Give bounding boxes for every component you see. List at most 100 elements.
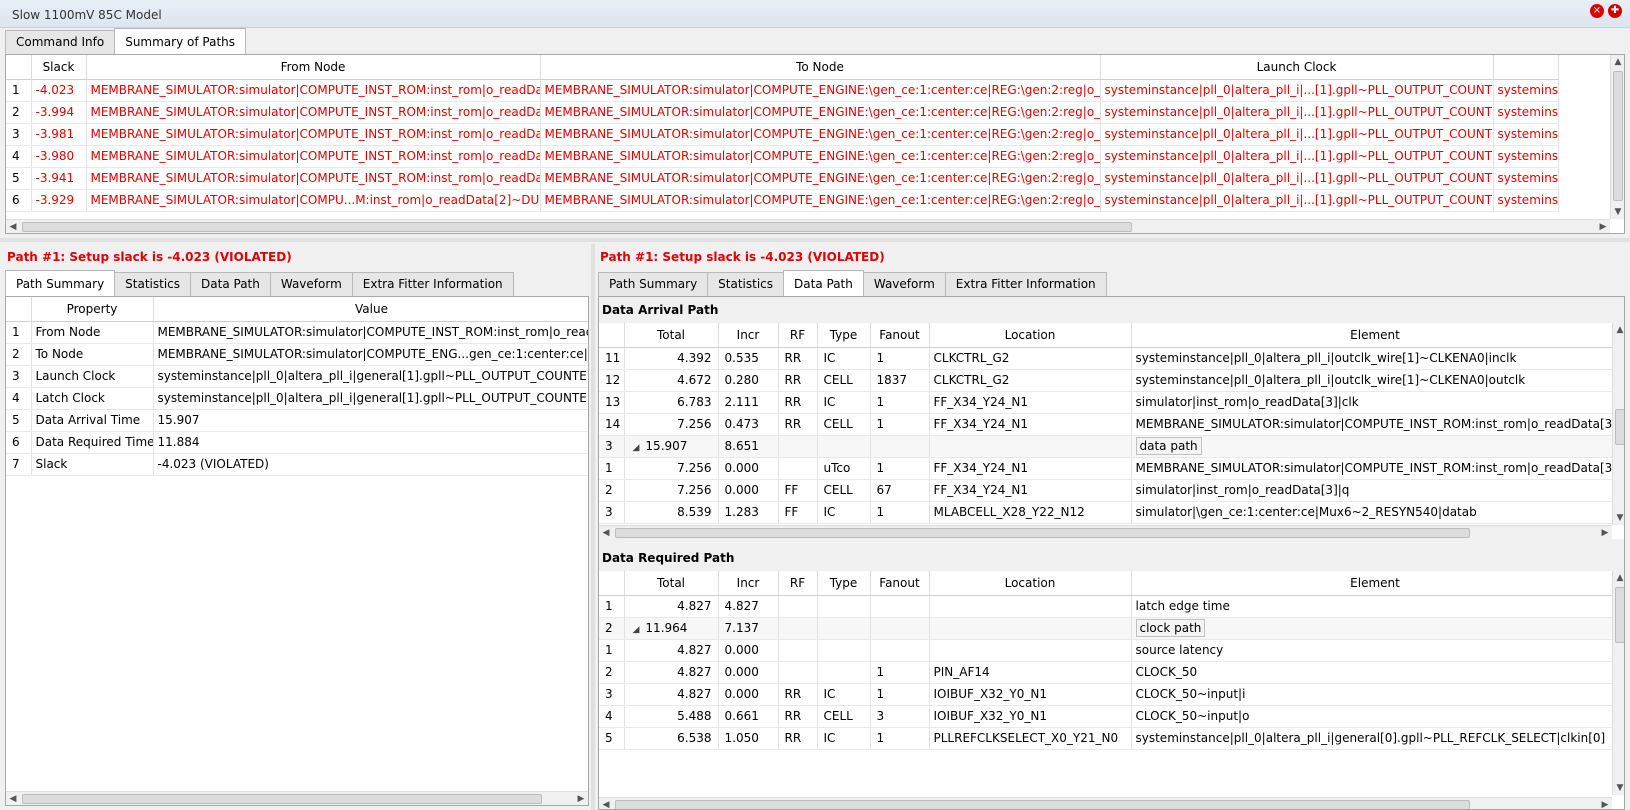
- paths-table-row[interactable]: 3 -3.981 MEMBRANE_SIMULATOR:simulator|COMP…: [6, 123, 1559, 146]
- paths-vscrollbar[interactable]: ▲ ▼: [1610, 55, 1624, 219]
- col-element[interactable]: Element: [1131, 571, 1620, 596]
- data-path-row[interactable]: 3 4.827 0.000 RR IC 1 IOIBUF_X32_Y0_N1 CLOCK_50…: [599, 683, 1620, 706]
- col-total[interactable]: Total: [624, 323, 719, 348]
- scroll-up-icon[interactable]: ▲: [1611, 55, 1624, 69]
- tab-statistics[interactable]: Statistics: [114, 272, 192, 296]
- scroll-thumb[interactable]: [1613, 71, 1623, 201]
- scroll-right-icon[interactable]: ▶: [1598, 526, 1612, 539]
- col-value[interactable]: Value: [153, 297, 588, 322]
- scroll-left-icon[interactable]: ◀: [6, 220, 20, 233]
- scroll-left-icon[interactable]: ◀: [6, 792, 20, 805]
- col-rf[interactable]: RF: [778, 323, 818, 348]
- col-incr[interactable]: Incr: [718, 571, 779, 596]
- scroll-thumb[interactable]: [615, 528, 1470, 538]
- col-type[interactable]: Type: [817, 571, 871, 596]
- expand-triangle-icon[interactable]: ◢: [633, 443, 640, 453]
- data-path-row[interactable]: 1 4.827 4.827 latch edge time: [599, 595, 1620, 618]
- scroll-up-icon[interactable]: ▲: [1613, 571, 1624, 585]
- col-fanout[interactable]: Fanout: [870, 571, 930, 596]
- col-incr[interactable]: Incr: [718, 323, 779, 348]
- col-to-node[interactable]: To Node: [540, 55, 1101, 80]
- required-hscrollbar[interactable]: ◀ ▶: [599, 797, 1612, 809]
- col-location[interactable]: Location: [929, 323, 1132, 348]
- path-summary-row[interactable]: 5 Data Arrival Time 15.907: [6, 409, 588, 432]
- data-path-row[interactable]: 2 ◢ 11.964 7.137 clock path: [599, 617, 1620, 640]
- col-rownum[interactable]: [6, 297, 32, 322]
- scroll-thumb[interactable]: [22, 794, 542, 804]
- vertical-splitter[interactable]: [591, 244, 595, 810]
- col-rownum[interactable]: [599, 571, 625, 596]
- path-summary-row[interactable]: 4 Latch Clock systeminstance|pll_0|altera_…: [6, 387, 588, 410]
- scroll-right-icon[interactable]: ▶: [574, 792, 588, 805]
- tab-waveform[interactable]: Waveform: [862, 272, 946, 296]
- scroll-left-icon[interactable]: ◀: [599, 798, 613, 809]
- data-path-row[interactable]: 2 7.256 0.000 FF CELL 67 FF_X34_Y24_N1 simulato…: [599, 479, 1620, 502]
- tab-extra-fitter-information[interactable]: Extra Fitter Information: [351, 272, 514, 296]
- col-rownum[interactable]: [599, 323, 625, 348]
- col-element[interactable]: Element: [1131, 323, 1620, 348]
- tab-summary-of-paths[interactable]: Summary of Paths: [114, 28, 247, 54]
- paths-table-row[interactable]: 4 -3.980 MEMBRANE_SIMULATOR:simulator|COMP…: [6, 145, 1559, 168]
- paths-table-row[interactable]: 6 -3.929 MEMBRANE_SIMULATOR:simulator|COMP…: [6, 189, 1559, 212]
- paths-hscrollbar[interactable]: ◀ ▶: [6, 219, 1610, 233]
- tab-path-summary[interactable]: Path Summary: [5, 270, 116, 296]
- pin-icon[interactable]: ✚: [1608, 4, 1622, 18]
- col-launch-clock[interactable]: Launch Clock: [1100, 55, 1494, 80]
- col-rf[interactable]: RF: [778, 571, 818, 596]
- col-from-node[interactable]: From Node: [86, 55, 541, 80]
- scroll-down-icon[interactable]: ▼: [1613, 781, 1624, 795]
- path-summary-row[interactable]: 1 From Node MEMBRANE_SIMULATOR:simulator|C…: [6, 321, 588, 344]
- scroll-thumb[interactable]: [1615, 587, 1624, 643]
- tab-waveform[interactable]: Waveform: [269, 272, 353, 296]
- data-path-row[interactable]: 11 4.392 0.535 RR IC 1 CLKCTRL_G2 systeminstanc…: [599, 347, 1620, 370]
- data-path-row[interactable]: 1 7.256 0.000 uTco 1 FF_X34_Y24_N1 MEMBRANE_SI…: [599, 457, 1620, 480]
- arrival-hscrollbar[interactable]: ◀ ▶: [599, 525, 1612, 539]
- path-summary-row[interactable]: 7 Slack -4.023 (VIOLATED): [6, 453, 588, 476]
- col-latch-clock[interactable]: [1493, 55, 1559, 80]
- scroll-thumb[interactable]: [615, 800, 1470, 809]
- scroll-thumb[interactable]: [1615, 409, 1624, 445]
- arrival-vscrollbar[interactable]: ▲ ▼: [1612, 323, 1624, 525]
- col-location[interactable]: Location: [929, 571, 1132, 596]
- data-path-row[interactable]: 4 5.488 0.661 RR CELL 3 IOIBUF_X32_Y0_N1 CLOCK_…: [599, 705, 1620, 728]
- col-property[interactable]: Property: [31, 297, 154, 322]
- col-type[interactable]: Type: [817, 323, 871, 348]
- scroll-down-icon[interactable]: ▼: [1611, 205, 1624, 219]
- tab-data-path[interactable]: Data Path: [190, 272, 271, 296]
- col-rownum[interactable]: [6, 55, 32, 80]
- data-path-row[interactable]: 12 4.672 0.280 RR CELL 1837 CLKCTRL_G2 systemin…: [599, 369, 1620, 392]
- fanout-cell: 1: [870, 683, 930, 706]
- data-path-row[interactable]: 14 7.256 0.473 RR CELL 1 FF_X34_Y24_N1 MEMBRANE…: [599, 413, 1620, 436]
- scroll-left-icon[interactable]: ◀: [599, 526, 613, 539]
- paths-table-row[interactable]: 5 -3.941 MEMBRANE_SIMULATOR:simulator|COMP…: [6, 167, 1559, 190]
- summary-hscrollbar[interactable]: ◀ ▶: [6, 791, 588, 805]
- col-total[interactable]: Total: [624, 571, 719, 596]
- data-path-row[interactable]: 3 ◢ 15.907 8.651 data path: [599, 435, 1620, 458]
- tab-statistics[interactable]: Statistics: [707, 272, 785, 296]
- path-summary-row[interactable]: 6 Data Required Time 11.884: [6, 431, 588, 454]
- data-path-row[interactable]: 1 4.827 0.000 source latency: [599, 639, 1620, 662]
- scroll-right-icon[interactable]: ▶: [1598, 798, 1612, 809]
- scroll-thumb[interactable]: [22, 222, 1132, 232]
- expand-triangle-icon[interactable]: ◢: [633, 625, 640, 635]
- paths-table-row[interactable]: 1 -4.023 MEMBRANE_SIMULATOR:simulator|COMP…: [6, 79, 1559, 102]
- tab-path-summary[interactable]: Path Summary: [598, 272, 709, 296]
- tab-extra-fitter-information[interactable]: Extra Fitter Information: [944, 272, 1107, 296]
- data-path-row[interactable]: 5 6.538 1.050 RR IC 1 PLLREFCLKSELECT_X0_Y21_N…: [599, 727, 1620, 750]
- horizontal-splitter[interactable]: [0, 238, 1630, 242]
- scroll-right-icon[interactable]: ▶: [1596, 220, 1610, 233]
- data-path-row[interactable]: 13 6.783 2.111 RR IC 1 FF_X34_Y24_N1 simulator|…: [599, 391, 1620, 414]
- scroll-down-icon[interactable]: ▼: [1613, 511, 1624, 525]
- path-summary-row[interactable]: 2 To Node MEMBRANE_SIMULATOR:simulator|COM…: [6, 343, 588, 366]
- close-icon[interactable]: ×: [1590, 4, 1604, 18]
- paths-table-row[interactable]: 2 -3.994 MEMBRANE_SIMULATOR:simulator|COMP…: [6, 101, 1559, 124]
- tab-command-info[interactable]: Command Info: [5, 30, 116, 54]
- path-summary-row[interactable]: 3 Launch Clock systeminstance|pll_0|altera…: [6, 365, 588, 388]
- required-vscrollbar[interactable]: ▲ ▼: [1612, 571, 1624, 795]
- tab-data-path[interactable]: Data Path: [783, 270, 864, 296]
- data-path-row[interactable]: 2 4.827 0.000 1 PIN_AF14 CLOCK_50: [599, 661, 1620, 684]
- col-slack[interactable]: Slack: [31, 55, 87, 80]
- scroll-up-icon[interactable]: ▲: [1613, 323, 1624, 337]
- col-fanout[interactable]: Fanout: [870, 323, 930, 348]
- data-path-row[interactable]: 3 8.539 1.283 FF IC 1 MLABCELL_X28_Y22_N12 simu…: [599, 501, 1620, 524]
